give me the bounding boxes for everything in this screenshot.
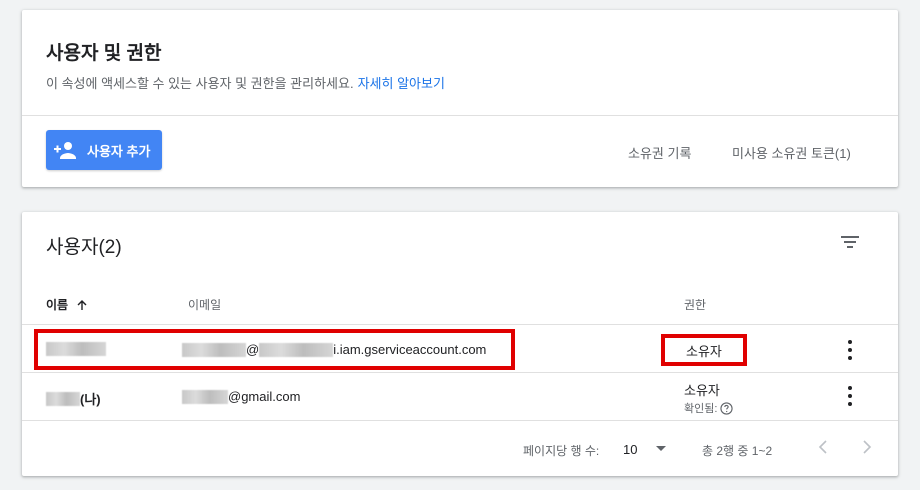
ownership-history-button[interactable]: 소유권 기록 (628, 143, 691, 162)
verification-status-label: 확인됨: (684, 403, 718, 415)
users-title: 사용자(2) (46, 237, 122, 258)
more-vert-icon[interactable] (847, 386, 853, 406)
dropdown-arrow-icon (656, 446, 667, 451)
highlight-box-role (661, 334, 747, 366)
description-text: 이 속성에 액세스할 수 있는 사용자 및 권한을 관리하세요. (46, 76, 354, 91)
user-email: @gmail.com (182, 389, 300, 404)
add-person-icon (54, 142, 76, 159)
divider (22, 115, 898, 116)
chevron-right-icon[interactable] (860, 438, 874, 456)
chevron-left-icon[interactable] (816, 438, 830, 456)
user-name: (나) (46, 389, 101, 408)
current-user-tag: (나) (80, 392, 101, 407)
divider (22, 420, 898, 421)
permissions-header-card: 사용자 및 권한 이 속성에 액세스할 수 있는 사용자 및 권한을 관리하세요… (22, 10, 898, 187)
user-role: 소유자 (684, 383, 720, 398)
page-title: 사용자 및 권한 (46, 43, 162, 64)
more-vert-icon[interactable] (847, 340, 853, 360)
help-icon[interactable] (720, 401, 734, 415)
column-header-name[interactable]: 이름 (46, 296, 88, 313)
divider (22, 324, 898, 325)
rows-per-page-select[interactable]: 10 (623, 438, 669, 460)
rows-per-page-label: 페이지당 행 수: (523, 444, 600, 458)
highlight-box-service-account (34, 329, 515, 370)
column-header-name-label: 이름 (46, 298, 69, 312)
learn-more-link[interactable]: 자세히 알아보기 (358, 76, 445, 91)
page-description: 이 속성에 액세스할 수 있는 사용자 및 권한을 관리하세요. 자세히 알아보기 (46, 73, 445, 92)
users-card: 사용자(2) 이름 이메일 권한 @ i.iam.gserviceaccount.… (22, 212, 898, 476)
divider (22, 372, 898, 373)
column-header-role: 권한 (684, 298, 707, 312)
rows-per-page-value: 10 (623, 441, 638, 457)
sort-arrow-up-icon (77, 299, 87, 310)
unused-ownership-tokens-button[interactable]: 미사용 소유권 토큰(1) (732, 143, 851, 162)
add-user-button[interactable]: 사용자 추가 (46, 130, 162, 170)
pagination-range: 총 2행 중 1~2 (702, 444, 773, 458)
column-header-email: 이메일 (188, 298, 222, 312)
verification-status: 확인됨: (684, 400, 734, 416)
email-domain: @gmail.com (228, 389, 301, 404)
filter-icon[interactable] (838, 232, 862, 252)
add-user-label: 사용자 추가 (87, 143, 151, 159)
